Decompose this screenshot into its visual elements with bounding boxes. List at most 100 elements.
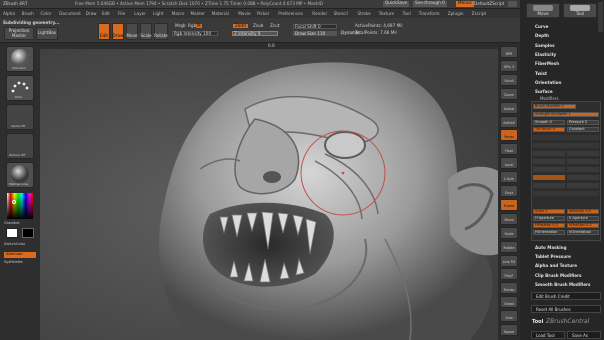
default-zscript-button[interactable]: DefaultZScript <box>474 1 504 6</box>
scale-button[interactable]: Scale <box>140 23 152 40</box>
tool-local[interactable]: Local <box>500 157 518 170</box>
section-clip-brush-modifiers[interactable]: Clip Brush Modifiers <box>535 273 581 278</box>
tool-polyf[interactable]: PolyF <box>500 268 518 281</box>
menu-transform[interactable]: Transform <box>419 11 440 16</box>
tool-line-fill[interactable]: Line Fill <box>500 254 518 267</box>
tray-item-depth[interactable]: Depth <box>535 34 549 38</box>
menu-color[interactable]: Color <box>41 11 52 16</box>
move-button[interactable]: Move <box>126 23 138 40</box>
h-orientation-slider[interactable]: HOrientation <box>533 230 565 235</box>
menu-preferences[interactable]: Preferences <box>278 11 303 16</box>
tray-item-curve[interactable]: Curve <box>535 24 548 29</box>
focal-shift-slider[interactable]: Focal Shift 0 <box>293 24 337 29</box>
tool-xpose[interactable]: Xpose <box>500 324 518 336</box>
mrgb-button[interactable]: Mrgb <box>175 23 186 28</box>
color-picker[interactable] <box>7 193 33 219</box>
tool-scale[interactable]: Scale <box>500 226 518 239</box>
tilt-brush-button[interactable]: Tilt Brush 0 <box>533 127 565 132</box>
tray-tool-button[interactable]: Tool <box>563 3 597 18</box>
draw-button[interactable]: Draw <box>112 23 124 40</box>
alternate-button[interactable]: Alternate <box>4 252 36 258</box>
rgb-intensity-slider[interactable]: Rgb Intensity 100 <box>172 31 218 36</box>
tool-frame[interactable]: Frame <box>500 198 518 211</box>
brush-selector[interactable]: Standard <box>6 46 34 72</box>
edit-button[interactable]: Edit <box>98 23 110 40</box>
section-smooth-brush-modifiers[interactable]: Smooth Brush Modifiers <box>535 282 590 287</box>
tool-bpr[interactable]: BPR <box>500 46 518 58</box>
sys-palette-button[interactable]: SysPalette <box>4 260 23 265</box>
tool-l-sym[interactable]: L.Sym <box>500 171 518 184</box>
menu-texture[interactable]: Texture <box>379 11 394 16</box>
menu-light[interactable]: Light <box>153 11 163 16</box>
tray-item-samples[interactable]: Samples <box>535 43 555 48</box>
draw-size-slider[interactable]: Draw Size 110 <box>293 31 337 36</box>
tool-transp[interactable]: Transp <box>500 282 518 295</box>
tool-gxyz[interactable]: Gxyz <box>500 185 518 197</box>
tool-scroll[interactable]: Scroll <box>500 73 518 86</box>
tray-item-twist[interactable]: Twist <box>535 71 547 76</box>
menu-edit[interactable]: Edit <box>102 11 110 16</box>
tool-zoom[interactable]: Zoom <box>500 87 518 100</box>
save-as-button[interactable]: Save As <box>567 331 601 339</box>
section-tablet-pressure[interactable]: Tablet Pressure <box>535 255 571 259</box>
menu-layer[interactable]: Layer <box>134 11 146 16</box>
menu-tool[interactable]: Tool <box>403 11 411 16</box>
menu-file[interactable]: File <box>118 11 125 16</box>
v-aperture-slider[interactable]: V Aperture <box>567 216 599 221</box>
tool-ghost[interactable]: Ghost <box>500 296 518 309</box>
m-button[interactable]: M <box>196 23 202 29</box>
tray-item-orientation[interactable]: Orientation <box>535 80 561 85</box>
texture-selector[interactable]: Texture Off <box>6 133 34 159</box>
pressure-slider[interactable]: Pressure 0 <box>567 120 599 125</box>
tool-aahalf[interactable]: AAHalf <box>500 115 518 128</box>
load-tool-button[interactable]: Load Tool <box>531 331 565 339</box>
alpha-selector[interactable]: Alpha Off <box>6 104 34 130</box>
gradient-label[interactable]: Gradient <box>4 221 20 226</box>
rgb-button[interactable]: Rgb <box>188 23 196 28</box>
menu-render[interactable]: Render <box>312 11 327 16</box>
menu-marker[interactable]: Marker <box>191 11 205 16</box>
stroke-selector[interactable]: Dots <box>6 75 34 101</box>
tool-palette-title[interactable]: Tool <box>532 320 543 325</box>
menu-material[interactable]: Material <box>212 11 229 16</box>
lightbox-button[interactable]: LightBox <box>36 27 58 40</box>
brush-modifier-slider[interactable]: Brush Modifier 0 <box>533 104 576 109</box>
smooth-slider[interactable]: Smooth 0 <box>533 120 565 125</box>
strength-multiplier-slider[interactable]: Strength Multiplier 1 <box>533 112 599 117</box>
scale-slider[interactable]: Scale 1 <box>533 209 565 214</box>
menu-draw[interactable]: Draw <box>86 11 97 16</box>
see-through-slider[interactable]: See-through 0 <box>413 0 447 7</box>
tool-persp[interactable]: Persp <box>500 129 518 142</box>
tray-item-surface[interactable]: Surface <box>535 89 553 94</box>
tool-floor[interactable]: Floor <box>500 143 518 156</box>
secondary-color-swatch[interactable] <box>22 228 34 238</box>
rotate-button[interactable]: Rotate <box>154 23 168 40</box>
v-orientation-slider[interactable]: VOrientation <box>567 230 599 235</box>
menu-stroke[interactable]: Stroke <box>357 11 370 16</box>
menu-zscript[interactable]: Zscript <box>472 11 487 16</box>
zadd-button[interactable]: Zadd <box>233 23 248 29</box>
material-selector[interactable]: MatCap Gray <box>6 162 34 188</box>
z-intensity-slider[interactable]: Z Intensity 9 <box>232 31 278 36</box>
menu-macro[interactable]: Macro <box>172 11 185 16</box>
tray-item-fibermesh[interactable]: FiberMesh <box>535 62 559 66</box>
tool-spix-3[interactable]: SPix 3 <box>500 59 518 72</box>
tray-scrollbar[interactable] <box>598 2 603 32</box>
menu-zplugin[interactable]: Zplugin <box>448 11 464 16</box>
intensity-slider[interactable]: Intensity 0.9 <box>567 209 599 214</box>
tool-solo[interactable]: Solo <box>500 310 518 323</box>
edit-brush-credit-button[interactable]: Edit Brush Credit <box>531 292 601 300</box>
menu-stencil[interactable]: Stencil <box>334 11 348 16</box>
zcut-button[interactable]: Zcut <box>270 23 279 28</box>
h-position-slider[interactable]: HPosition 0.2 <box>533 223 565 228</box>
reset-all-brushes-button[interactable]: Reset All Brushes <box>531 305 601 313</box>
tool-rotate[interactable]: Rotate <box>500 240 518 253</box>
quicksave-button[interactable]: QuickSave <box>383 0 410 7</box>
tool-move[interactable]: Move <box>500 212 518 225</box>
menus-button[interactable]: Menus <box>456 0 474 7</box>
menu-document[interactable]: Document <box>59 11 81 16</box>
section-auto-masking[interactable]: Auto Masking <box>535 245 567 250</box>
h-aperture-slider[interactable]: H Aperture <box>533 216 565 221</box>
main-color-swatch[interactable] <box>6 228 18 238</box>
switch-color-button[interactable]: SwitchColor <box>4 242 25 247</box>
